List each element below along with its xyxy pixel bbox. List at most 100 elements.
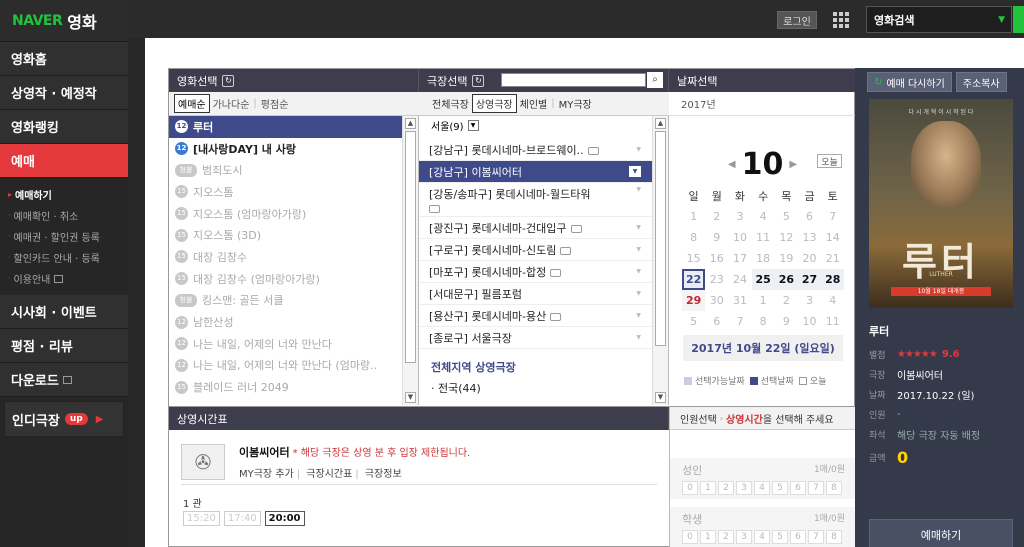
submenu-guide[interactable]: · 이용안내 xyxy=(0,268,128,289)
count-button[interactable]: 1 xyxy=(700,530,716,544)
showtime-button[interactable]: 17:40 xyxy=(223,511,261,526)
student-count-group: 학생 1매/0원 0 1 2 3 4 5 6 7 8 xyxy=(670,507,857,547)
tab-by-chain[interactable]: 체인별 xyxy=(517,95,551,112)
calendar-legend: 선택가능날짜 선택날짜 오늘 xyxy=(679,374,826,387)
theater-item[interactable]: [마포구] 롯데시네마-합정 ▼ xyxy=(419,261,653,283)
theater-search-input[interactable] xyxy=(501,73,646,87)
add-my-theater-link[interactable]: MY극장 추가 xyxy=(239,469,294,480)
scroll-up-icon[interactable]: ▲ xyxy=(405,118,416,129)
count-button[interactable]: 4 xyxy=(754,481,770,495)
theater-timetable-link[interactable]: 극장시간표 xyxy=(306,469,352,480)
movie-item[interactable]: 청불 킹스맨: 골든 서클 xyxy=(169,290,403,312)
refresh-icon[interactable]: ↻ xyxy=(222,74,235,87)
search-icon[interactable]: ⌕ xyxy=(647,72,663,88)
theater-item[interactable]: [광진구] 롯데시네마-건대입구 ▼ xyxy=(419,217,653,239)
theater-list-scrollbar[interactable]: ▲ ▼ xyxy=(652,116,668,405)
showtime-button[interactable]: 15:20 xyxy=(183,511,220,526)
movie-item[interactable]: 15 대장 김창수 (엄마랑아가랑) xyxy=(169,268,403,290)
calendar-day-available[interactable]: 27 xyxy=(797,269,822,290)
sort-by-booking[interactable]: 예매순 xyxy=(174,94,210,113)
movie-item[interactable]: 15 블레이드 러너 2049 xyxy=(169,376,403,398)
count-button[interactable]: 8 xyxy=(826,530,842,544)
book-button[interactable]: 예매하기 xyxy=(869,519,1013,547)
count-button[interactable]: 7 xyxy=(808,481,824,495)
tab-all-theaters[interactable]: 전체극장 xyxy=(429,95,472,112)
count-button[interactable]: 5 xyxy=(772,530,788,544)
count-button[interactable]: 3 xyxy=(736,530,752,544)
count-button[interactable]: 8 xyxy=(826,481,842,495)
scroll-thumb[interactable] xyxy=(405,131,416,363)
movie-item[interactable]: 15 지오스톰 (3D) xyxy=(169,224,403,246)
count-button[interactable]: 2 xyxy=(718,530,734,544)
count-button[interactable]: 1 xyxy=(700,481,716,495)
nav-indie[interactable]: 인디극장 up ▶ xyxy=(4,401,124,437)
theater-item[interactable]: [종로구] 서울극장 ▼ xyxy=(419,327,653,349)
theater-item[interactable]: [용산구] 롯데시네마-용산 ▼ xyxy=(419,305,653,327)
submenu-coupon[interactable]: · 예매권 · 할인권 등록 xyxy=(0,226,128,247)
theater-name: [강남구] 이봄씨어터 xyxy=(429,165,523,179)
theater-item[interactable]: [강동/송파구] 롯데시네마-월드타워 ▼ xyxy=(419,183,653,217)
theater-item[interactable]: [강남구] 롯데시네마-브로드웨이.. ▼ xyxy=(419,139,653,161)
movie-item[interactable]: 15 지오스톰 xyxy=(169,181,403,203)
theater-info-link[interactable]: 극장정보 xyxy=(365,469,402,480)
tab-my-theaters[interactable]: MY극장 xyxy=(556,95,595,112)
region-select[interactable]: 서울(9) ▼ xyxy=(431,118,479,133)
chevron-right-icon[interactable]: ▶ xyxy=(789,159,797,170)
movie-item[interactable]: 12 나는 내일, 어제의 너와 만난다 (엄마랑.. xyxy=(169,355,403,377)
refresh-icon[interactable]: ↻ xyxy=(472,74,485,87)
chevron-left-icon[interactable]: ◀ xyxy=(728,159,736,170)
movie-item[interactable]: 15 대장 김창수 xyxy=(169,246,403,268)
count-button[interactable]: 7 xyxy=(808,530,824,544)
login-button[interactable]: 로그인 xyxy=(777,11,817,29)
movie-search-select[interactable]: 영화검색 ▼ xyxy=(866,6,1012,33)
naver-movie-logo[interactable]: NAVER 영화 xyxy=(0,0,128,42)
scroll-thumb[interactable] xyxy=(655,131,666,346)
search-submit-tab[interactable] xyxy=(1013,6,1024,33)
count-button[interactable]: 0 xyxy=(682,530,698,544)
calendar-day-available[interactable]: 26 xyxy=(774,269,798,290)
nav-movie-home[interactable]: 영화홈 xyxy=(0,42,128,76)
showtime-button[interactable]: 20:00 xyxy=(264,511,305,526)
calendar-day-available[interactable]: 28 xyxy=(821,269,845,290)
copy-address-button[interactable]: 주소복사 xyxy=(955,72,1007,92)
count-button[interactable]: 4 xyxy=(754,530,770,544)
count-button[interactable]: 5 xyxy=(772,481,788,495)
sort-by-name[interactable]: 가나다순 xyxy=(210,95,253,112)
movie-item[interactable]: 15 지오스톰 (엄마랑아가랑) xyxy=(169,203,403,225)
count-button[interactable]: 6 xyxy=(790,530,806,544)
count-button[interactable]: 2 xyxy=(718,481,734,495)
region-item-nationwide[interactable]: · 전국(44) xyxy=(419,379,653,399)
nav-ranking[interactable]: 영화랭킹 xyxy=(0,110,128,144)
theater-item[interactable]: [강남구] 이봄씨어터 ▼ xyxy=(419,161,653,183)
count-button[interactable]: 3 xyxy=(736,481,752,495)
movie-item[interactable]: 12 남한산성 xyxy=(169,311,403,333)
movie-item[interactable]: 12 [내사랑DAY] 내 사랑 xyxy=(169,138,403,160)
nav-reviews[interactable]: 평점 · 리뷰 xyxy=(0,329,128,363)
submenu-check-cancel[interactable]: · 예매확인 · 취소 xyxy=(0,205,128,226)
nav-download[interactable]: 다운로드 xyxy=(0,363,128,397)
nav-booking[interactable]: 예매 xyxy=(0,144,128,178)
scroll-up-icon[interactable]: ▲ xyxy=(655,118,666,129)
calendar-day-available[interactable]: 29 xyxy=(682,290,706,311)
apps-grid-icon[interactable] xyxy=(833,12,849,28)
count-button[interactable]: 6 xyxy=(790,481,806,495)
nav-events[interactable]: 시사회 · 이벤트 xyxy=(0,295,128,329)
submenu-card[interactable]: · 할인카드 안내 · 등록 xyxy=(0,247,128,268)
movie-item[interactable]: 12 나는 내일, 어제의 너와 만난다 xyxy=(169,333,403,355)
rebook-button[interactable]: ↻ 예매 다시하기 xyxy=(867,72,952,92)
theater-item[interactable]: [구로구] 롯데시네마-신도림 ▼ xyxy=(419,239,653,261)
movie-item[interactable]: 청불 범죄도시 xyxy=(169,159,403,181)
theater-item[interactable]: [서대문구] 필름포럼 ▼ xyxy=(419,283,653,305)
scroll-down-icon[interactable]: ▼ xyxy=(405,392,416,403)
today-button[interactable]: 오늘 xyxy=(817,154,842,168)
movie-list-scrollbar[interactable]: ▲ ▼ xyxy=(402,116,418,405)
nav-showing[interactable]: 상영작 · 예정작 xyxy=(0,76,128,110)
sort-by-rating[interactable]: 평점순 xyxy=(258,95,292,112)
scroll-down-icon[interactable]: ▼ xyxy=(655,392,666,403)
count-button[interactable]: 0 xyxy=(682,481,698,495)
movie-item[interactable]: 12 루터 xyxy=(169,116,403,138)
calendar-day-available[interactable]: 25 xyxy=(751,269,775,290)
calendar-day-selected[interactable]: 22 xyxy=(682,269,706,290)
submenu-book[interactable]: ▸ 예매하기 xyxy=(0,184,128,205)
tab-showing-theaters[interactable]: 상영극장 xyxy=(471,94,517,113)
